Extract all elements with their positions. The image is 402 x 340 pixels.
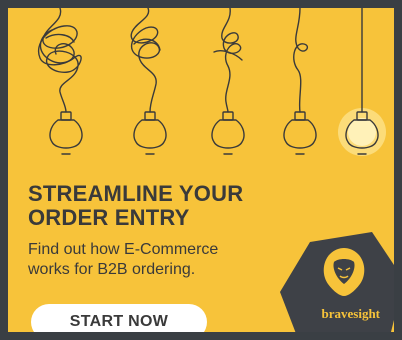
tangled-lightbulb-icon <box>37 8 83 155</box>
ad-banner[interactable]: STREAMLINE YOUR ORDER ENTRY Find out how… <box>8 8 394 332</box>
tangled-lightbulb-icon <box>130 8 167 155</box>
lit-lightbulb-icon <box>338 8 386 156</box>
headline: STREAMLINE YOUR ORDER ENTRY <box>28 181 244 230</box>
start-now-button[interactable]: START NOW <box>31 304 207 332</box>
tangled-lightbulb-icon <box>211 8 245 155</box>
tangled-lightbulb-icon <box>283 8 317 155</box>
subheadline: Find out how E-Commerce works for B2B or… <box>28 241 219 278</box>
lightbulbs-illustration <box>37 8 386 156</box>
brand-name: bravesight <box>321 306 381 321</box>
